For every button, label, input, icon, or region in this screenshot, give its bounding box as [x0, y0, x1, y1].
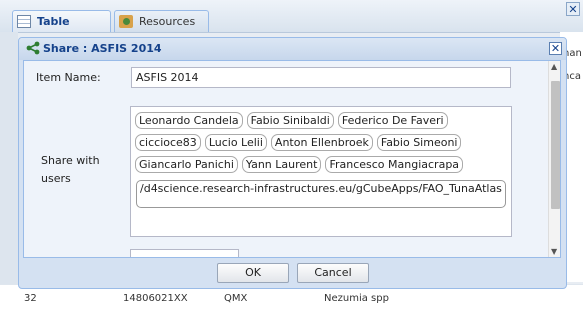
user-chip[interactable]: ciccioce83: [135, 134, 201, 151]
dialog-body: Item Name: ASFIS 2014 Share with users L…: [23, 60, 561, 258]
user-chip-list: Leonardo Candela Fabio Sinibaldi Federico …: [135, 109, 507, 175]
dialog-title: Share : ASFIS 2014: [43, 42, 162, 55]
app-toolbar: Table Resources ✕: [0, 0, 583, 33]
panel-close-button[interactable]: ✕: [566, 2, 580, 16]
table-cell: 32: [24, 293, 37, 304]
left-gutter: [0, 32, 18, 314]
user-chip[interactable]: Leonardo Candela: [135, 112, 243, 129]
vre-path-chip[interactable]: /d4science.research-infrastructures.eu/g…: [136, 180, 506, 208]
dialog-footer: OK Cancel: [19, 260, 566, 288]
user-chip[interactable]: Giancarlo Panichi: [135, 156, 238, 173]
share-users-field[interactable]: Leonardo Candela Fabio Sinibaldi Federico …: [130, 106, 512, 237]
table-cell: 14806021XX: [123, 293, 188, 304]
item-name-label: Item Name:: [36, 71, 101, 84]
share-with-label: Share with: [41, 154, 100, 167]
table-icon: [17, 15, 31, 28]
tab-resources[interactable]: Resources: [114, 10, 209, 32]
partial-field[interactable]: [130, 249, 239, 257]
cancel-button[interactable]: Cancel: [297, 263, 369, 283]
user-chip[interactable]: Anton Ellenbroek: [270, 134, 373, 151]
share-with-label-users: users: [41, 172, 71, 185]
user-chip[interactable]: Fabio Sinibaldi: [246, 112, 334, 129]
dialog-header[interactable]: Share : ASFIS 2014 ✕: [19, 38, 566, 60]
user-chip[interactable]: Fabio Simeoni: [376, 134, 462, 151]
share-dialog: Share : ASFIS 2014 ✕ Item Name: ASFIS 20…: [18, 37, 567, 289]
user-chip[interactable]: Lucio Lelii: [204, 134, 267, 151]
resources-icon: [119, 15, 133, 28]
user-chip[interactable]: Yann Laurent: [241, 156, 322, 173]
scroll-down-icon[interactable]: ▼: [551, 247, 557, 256]
dialog-scrollbar[interactable]: ▲ ▼: [548, 61, 560, 257]
tab-table-label: Table: [37, 15, 70, 28]
user-chip[interactable]: Federico De Faveri: [337, 112, 448, 129]
dialog-close-button[interactable]: ✕: [549, 42, 562, 55]
user-chip[interactable]: Francesco Mangiacrapa: [325, 156, 464, 173]
table-cell: QMX: [224, 293, 248, 304]
tab-resources-label: Resources: [139, 15, 196, 28]
ok-button[interactable]: OK: [217, 263, 289, 283]
tab-table[interactable]: Table: [12, 10, 111, 32]
item-name-field[interactable]: ASFIS 2014: [131, 67, 511, 88]
scrollbar-thumb[interactable]: [551, 81, 560, 209]
scroll-up-icon[interactable]: ▲: [551, 62, 557, 71]
share-icon: [26, 41, 40, 55]
table-cell: Nezumia spp: [324, 293, 389, 304]
